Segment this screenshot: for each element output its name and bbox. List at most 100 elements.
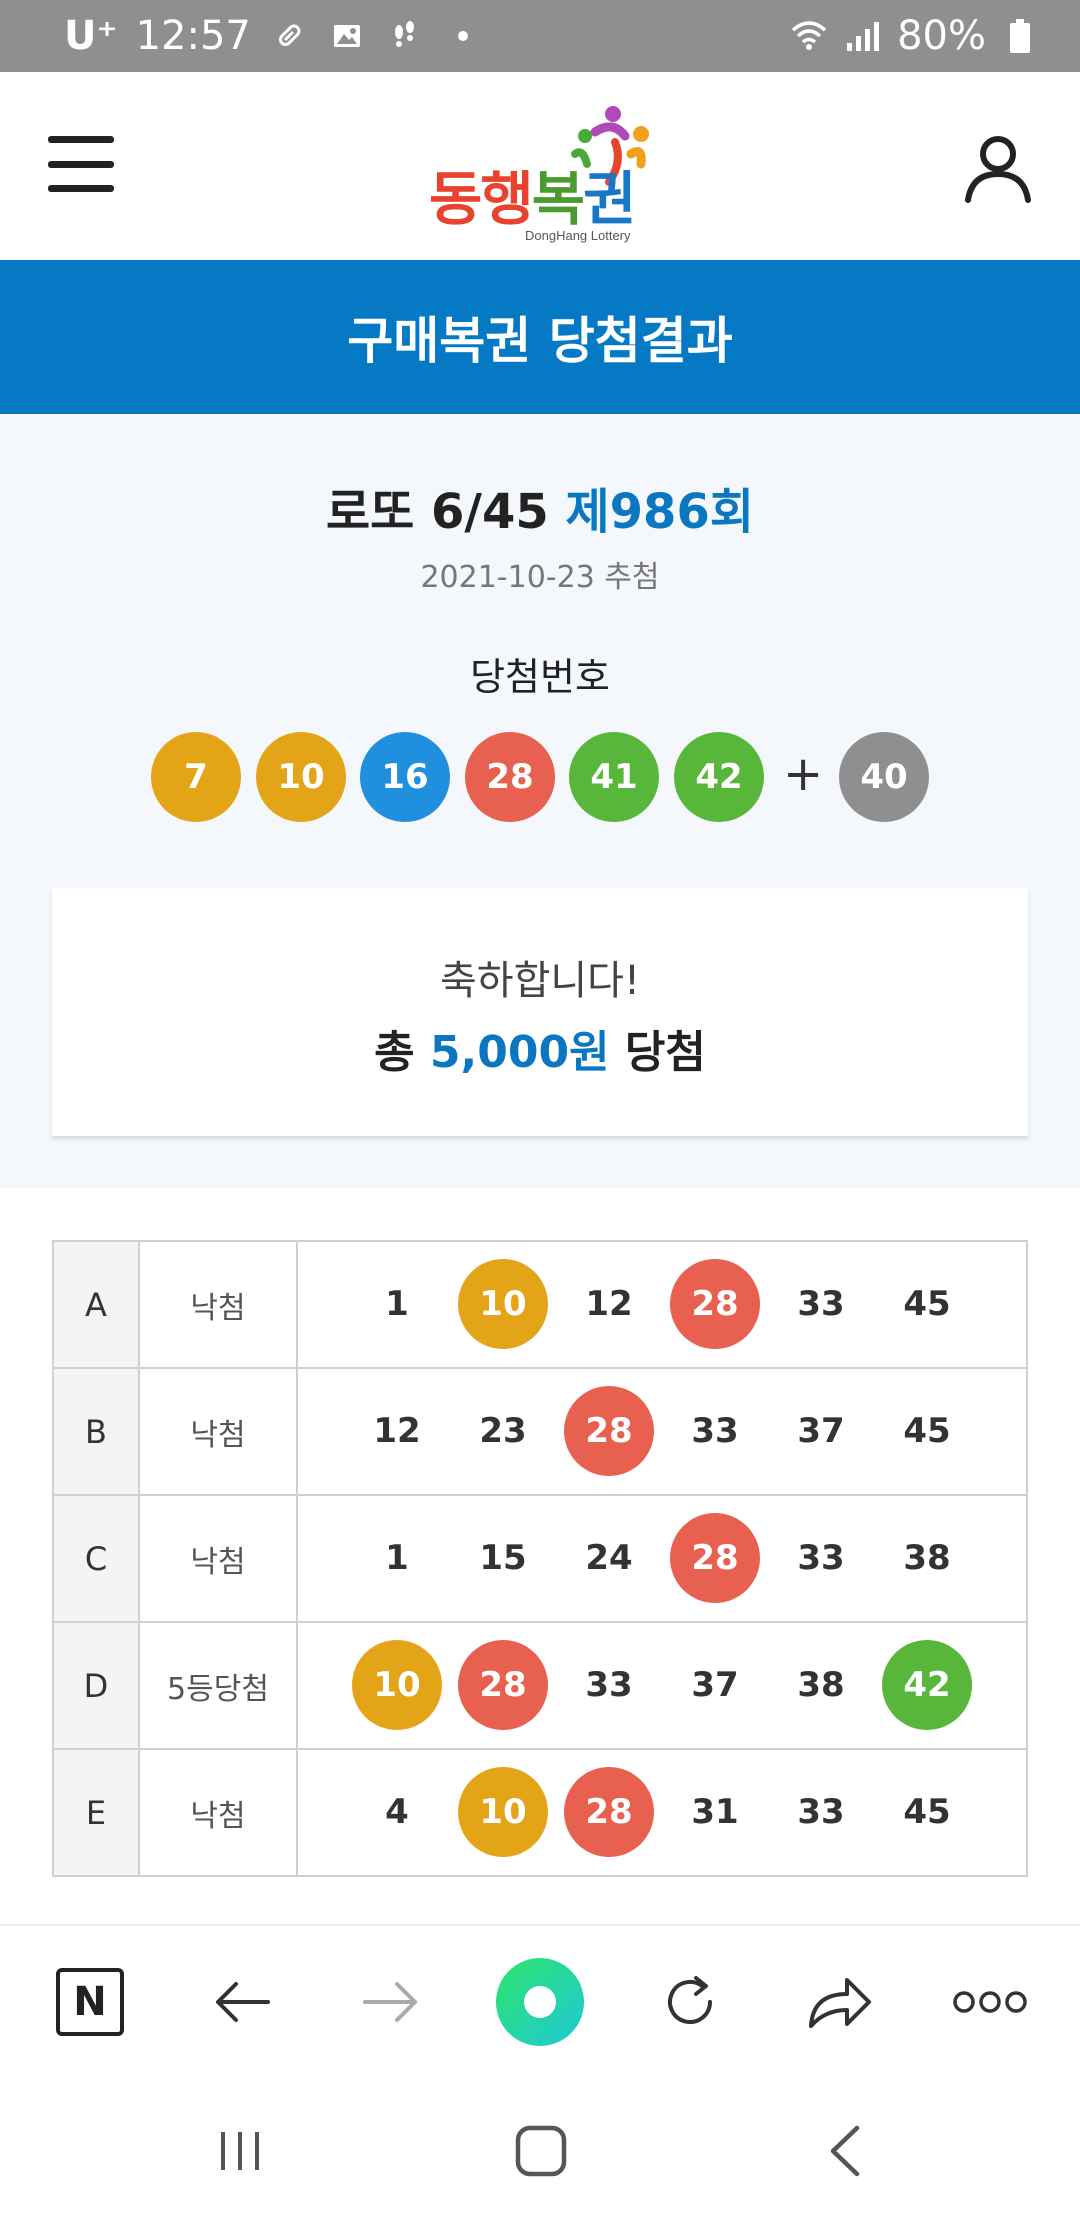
- logo-char: 행: [480, 165, 533, 233]
- battery-percent: 80%: [897, 13, 986, 59]
- game-name: 로또 6/45: [326, 484, 549, 540]
- battery-icon: [1000, 16, 1040, 56]
- site-header: 동행복권 DongHang Lottery: [0, 72, 1080, 260]
- home-icon[interactable]: [501, 2116, 581, 2186]
- matched-number-ball: 10: [458, 1767, 548, 1857]
- bonus-number-ball: 40: [839, 732, 929, 822]
- ticket-results-table: A 낙첨 1 10 12 28 33 45 B 낙첨 12 23 28 33 37 45 C 낙첨 1 15 24 28 3…: [52, 1240, 1028, 1877]
- ticket-id: E: [52, 1748, 140, 1877]
- ticket-row: B 낙첨 12 23 28 33 37 45: [52, 1367, 1028, 1496]
- ticket-id: C: [52, 1494, 140, 1623]
- draw-round: 제986회: [565, 484, 754, 540]
- ticket-number: 12: [373, 1411, 421, 1451]
- hamburger-menu-icon[interactable]: [48, 136, 114, 192]
- winning-number-ball: 7: [151, 732, 241, 822]
- prize-suffix: 당첨: [624, 1027, 706, 1078]
- matched-number-ball: 42: [882, 1640, 972, 1730]
- status-time: 12:57: [135, 13, 251, 59]
- system-nav-bar: [0, 2076, 1080, 2220]
- draw-date: 2021-10-23 추첨: [420, 560, 660, 595]
- ticket-number: 45: [903, 1792, 951, 1832]
- prize-summary-card: 축하합니다! 총 5,000원 당첨: [52, 888, 1028, 1136]
- ticket-number: 33: [797, 1538, 845, 1578]
- ticket-number: 1: [385, 1284, 409, 1324]
- ticket-numbers: 12 23 28 33 37 45: [296, 1367, 1028, 1496]
- ticket-number: 33: [797, 1792, 845, 1832]
- matched-number-ball: 28: [564, 1386, 654, 1476]
- logo-subtitle: DongHang Lottery: [525, 228, 631, 243]
- share-icon[interactable]: [800, 1962, 880, 2042]
- ticket-number: 23: [479, 1411, 527, 1451]
- winning-number-ball: 28: [465, 732, 555, 822]
- green-dot-icon[interactable]: [494, 1956, 586, 2048]
- ticket-result: 낙첨: [138, 1494, 298, 1623]
- ticket-row: A 낙첨 1 10 12 28 33 45: [52, 1240, 1028, 1369]
- prize-total: 총 5,000원 당첨: [52, 1016, 1028, 1080]
- ticket-numbers: 1 10 12 28 33 45: [296, 1240, 1028, 1369]
- recent-apps-icon[interactable]: [200, 2116, 280, 2186]
- ticket-id: D: [52, 1621, 140, 1750]
- browser-toolbar: N: [0, 1924, 1080, 2078]
- donghang-lottery-logo[interactable]: 동행복권 DongHang Lottery: [425, 102, 665, 243]
- prize-amount: 5,000원: [429, 1027, 610, 1078]
- matched-number-ball: 28: [564, 1767, 654, 1857]
- back-arrow-icon[interactable]: [202, 1962, 282, 2042]
- ticket-result: 낙첨: [138, 1240, 298, 1369]
- plus-sign: +: [783, 746, 824, 802]
- pill-icon: [269, 16, 309, 56]
- ticket-number: 15: [479, 1538, 527, 1578]
- ticket-number: 1: [385, 1538, 409, 1578]
- ticket-result: 낙첨: [138, 1367, 298, 1496]
- matched-number-ball: 28: [670, 1513, 760, 1603]
- ticket-row: C 낙첨 1 15 24 28 33 38: [52, 1494, 1028, 1623]
- ticket-number: 31: [691, 1792, 739, 1832]
- naver-home-icon[interactable]: N: [50, 1962, 130, 2042]
- back-icon[interactable]: [805, 2116, 885, 2186]
- logo-char: 동: [429, 165, 482, 233]
- matched-number-ball: 10: [458, 1259, 548, 1349]
- winning-number-ball: 10: [256, 732, 346, 822]
- status-bar: U⁺ 12:57 80%: [0, 0, 1080, 72]
- wifi-icon: [789, 16, 829, 56]
- congrats-message: 축하합니다!: [439, 958, 641, 1004]
- ticket-number: 33: [797, 1284, 845, 1324]
- matched-number-ball: 28: [458, 1640, 548, 1730]
- ticket-number: 24: [585, 1538, 633, 1578]
- ticket-numbers: 10 28 33 37 38 42: [296, 1621, 1028, 1750]
- matched-number-ball: 28: [670, 1259, 760, 1349]
- naver-label: N: [73, 1979, 107, 2025]
- ticket-id: B: [52, 1367, 140, 1496]
- page-title: 구매복권 당첨결과: [0, 260, 1080, 414]
- matched-number-ball: 10: [352, 1640, 442, 1730]
- carrier-label: U⁺: [64, 13, 118, 59]
- ticket-number: 12: [585, 1284, 633, 1324]
- more-icon[interactable]: [950, 1962, 1030, 2042]
- ticket-result: 5등당첨: [138, 1621, 298, 1750]
- winning-number-ball: 16: [360, 732, 450, 822]
- footsteps-icon: [385, 16, 425, 56]
- refresh-icon[interactable]: [650, 1962, 730, 2042]
- ticket-number: 37: [797, 1411, 845, 1451]
- draw-summary: 로또 6/45 제986회 2021-10-23 추첨 당첨번호 7 10 16…: [0, 414, 1080, 1188]
- ticket-row: E 낙첨 4 10 28 31 33 45: [52, 1748, 1028, 1877]
- ticket-id: A: [52, 1240, 140, 1369]
- forward-arrow-icon[interactable]: [351, 1962, 431, 2042]
- ticket-number: 38: [797, 1665, 845, 1705]
- ticket-number: 45: [903, 1411, 951, 1451]
- ticket-number: 33: [585, 1665, 633, 1705]
- ticket-number: 38: [903, 1538, 951, 1578]
- ticket-row: D 5등당첨 10 28 33 37 38 42: [52, 1621, 1028, 1750]
- logo-text: 동행복권: [429, 152, 637, 236]
- dot-icon: [443, 16, 483, 56]
- ticket-numbers: 4 10 28 31 33 45: [296, 1748, 1028, 1877]
- signal-icon: [843, 16, 883, 56]
- game-title: 로또 6/45 제986회: [0, 472, 1080, 542]
- prize-prefix: 총: [374, 1027, 415, 1078]
- winning-number-ball: 42: [674, 732, 764, 822]
- ticket-number: 33: [691, 1411, 739, 1451]
- ticket-number: 37: [691, 1665, 739, 1705]
- user-icon[interactable]: [960, 130, 1036, 206]
- ticket-result: 낙첨: [138, 1748, 298, 1877]
- logo-char: 권: [583, 165, 636, 233]
- winning-numbers-label: 당첨번호: [470, 655, 610, 699]
